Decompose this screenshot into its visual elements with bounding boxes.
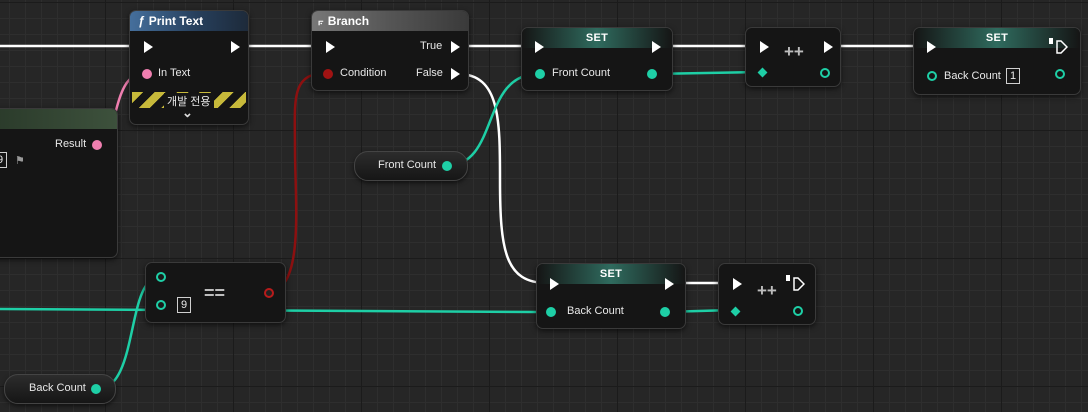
set-back-count-node-bottom[interactable]: SET Back Count [536, 263, 686, 329]
front-count-get-label: Front Count [378, 159, 437, 171]
condition-label: Condition [340, 67, 387, 79]
set-back-bottom-var-label: Back Count [567, 305, 624, 317]
back-count-get-label: Back Count [29, 382, 86, 394]
incr-top-exec-out-pin[interactable] [824, 41, 833, 53]
incr-bottom-out-pin[interactable] [793, 306, 803, 316]
set-back-count-node-top[interactable]: SET Back Count 1 [913, 27, 1081, 95]
set-front-var-label: Front Count [552, 67, 611, 79]
true-label: True [420, 40, 443, 52]
result-node[interactable]: 9 ⚑ Result [0, 108, 118, 258]
incr-bottom-exec-in-pin[interactable] [733, 278, 742, 290]
set-front-exec-in-pin[interactable] [535, 41, 544, 53]
set-front-exec-out-pin[interactable] [652, 41, 661, 53]
increment-node-top[interactable]: ++ [745, 27, 841, 87]
equals-b-value-box[interactable]: 9 [177, 297, 191, 313]
incr-top-in-pin[interactable] [757, 67, 768, 78]
set-back-top-var-label: Back Count [944, 70, 1001, 82]
flag-icon: ⚑ [15, 155, 25, 167]
equals-a-pin[interactable] [156, 272, 166, 282]
back-count-get-pin[interactable] [91, 384, 101, 394]
equals-op: == [204, 283, 226, 303]
set-front-value-pin[interactable] [535, 69, 545, 79]
set-back-top-exec-out-pin[interactable] [1049, 38, 1068, 54]
set-back-top-out-pin[interactable] [1055, 69, 1065, 79]
set-back-bottom-out-pin[interactable] [660, 307, 670, 317]
result-pin[interactable] [92, 140, 102, 150]
set-back-top-exec-in-pin[interactable] [927, 41, 936, 53]
set-back-top-value-box[interactable]: 1 [1006, 68, 1020, 84]
front-count-get-node[interactable]: Front Count [354, 151, 468, 181]
incr-bottom-exec-out-pin[interactable] [786, 275, 805, 291]
branch-icon: ⟔ [318, 14, 324, 28]
expand-chevron-icon[interactable]: ⌄ [182, 105, 193, 121]
set-front-out-pin[interactable] [647, 69, 657, 79]
branch-exec-in-pin[interactable] [326, 41, 335, 53]
result-label: Result [55, 138, 87, 150]
function-icon: ƒ [138, 14, 145, 28]
set-back-bottom-value-pin[interactable] [546, 307, 556, 317]
set-back-bottom-exec-in-pin[interactable] [550, 278, 559, 290]
incr-top-out-pin[interactable] [820, 68, 830, 78]
bool-wire-equals-condition [267, 71, 328, 294]
exec-in-pin[interactable] [144, 41, 153, 53]
print-text-header: ƒ Print Text [130, 11, 248, 31]
equals-node[interactable]: 9 == [145, 262, 286, 323]
incr-bottom-op: ++ [757, 281, 777, 300]
increment-node-bottom[interactable]: ++ [718, 263, 816, 325]
true-exec-pin[interactable] [451, 41, 460, 53]
set-back-bottom-exec-out-pin[interactable] [665, 278, 674, 290]
incr-top-op: ++ [784, 42, 804, 61]
incr-bottom-in-pin[interactable] [730, 306, 741, 317]
result-node-header [0, 109, 117, 129]
set-back-bottom-header: SET [537, 264, 685, 284]
in-text-label: In Text [158, 67, 191, 79]
set-front-count-node[interactable]: SET Front Count [521, 27, 673, 91]
print-text-node[interactable]: ƒ Print Text In Text 개발 전용 ⌄ [129, 10, 249, 125]
condition-pin[interactable] [323, 69, 333, 79]
equals-out-pin[interactable] [264, 288, 274, 298]
front-count-get-pin[interactable] [442, 161, 452, 171]
exec-wire-false-set [457, 72, 548, 285]
set-front-header: SET [522, 28, 672, 48]
in-text-pin[interactable] [142, 69, 152, 79]
equals-b-pin[interactable] [156, 300, 166, 310]
incr-top-exec-in-pin[interactable] [760, 41, 769, 53]
back-count-get-node[interactable]: Back Count [4, 374, 116, 404]
exec-out-pin[interactable] [231, 41, 240, 53]
result-value-box[interactable]: 9 [0, 152, 7, 168]
branch-node[interactable]: ⟔ Branch True Condition False [311, 10, 469, 91]
branch-header: ⟔ Branch [312, 11, 468, 31]
false-label: False [416, 67, 443, 79]
false-exec-pin[interactable] [451, 68, 460, 80]
branch-title: Branch [327, 14, 370, 28]
set-back-top-value-pin[interactable] [927, 71, 937, 81]
print-text-title: Print Text [148, 14, 204, 28]
